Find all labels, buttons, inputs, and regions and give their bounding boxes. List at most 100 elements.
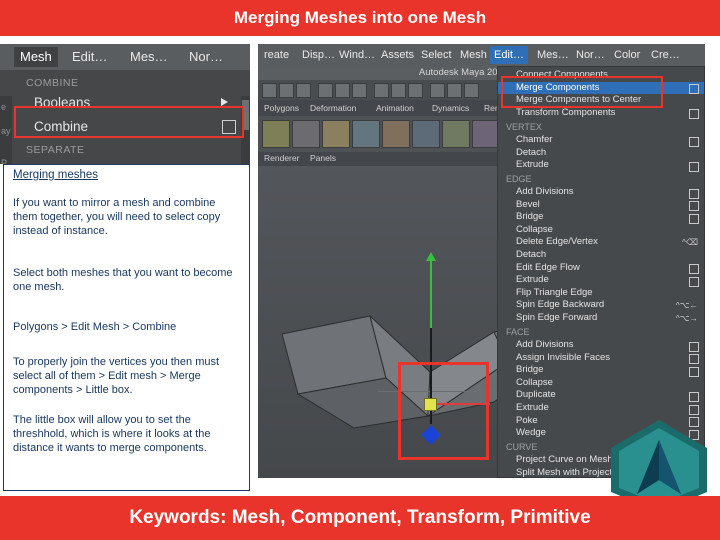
menu-item-add-divisions-face[interactable]: Add Divisions [498,339,704,352]
left-menu-screenshot: Mesh Edit… Mes… Nor… e ay P COMBINE Bool… [0,44,250,164]
menu-label: Spin Edge Forward [516,312,598,323]
option-box-icon[interactable] [689,136,699,147]
menu-item-assign-invisible-faces[interactable]: Assign Invisible Faces [498,352,704,365]
menu-item-extrude-edge[interactable]: Extrude [498,274,704,287]
menu-item-delete-edge-vertex[interactable]: Delete Edge/Vertex ^⌫ [498,236,704,249]
maya-menu-color[interactable]: Color [610,46,644,64]
menu-label: Transform Components [516,106,616,118]
menu-item-extrude-face[interactable]: Extrude [498,402,704,415]
menu-label: Chamfer [516,134,553,145]
menu-label: Bridge [516,364,544,376]
axis-handle-green[interactable] [430,258,432,328]
option-box-icon[interactable] [689,109,699,120]
menu-label: Delete Edge/Vertex [516,236,598,248]
menu-item-duplicate-face[interactable]: Duplicate [498,389,704,402]
maya-menu-assets[interactable]: Assets [377,46,418,64]
menu-section-edge: EDGE [498,173,704,186]
menu-label: Add Divisions [516,339,574,350]
left-menu-item-mes[interactable]: Mes… [124,47,174,67]
left-menu-item-edit[interactable]: Edit… [66,47,113,67]
option-box-icon[interactable] [689,84,699,95]
maya-menu-display[interactable]: Disp… [298,46,339,64]
option-box-icon[interactable] [689,354,699,365]
menu-item-detach-vertex[interactable]: Detach [498,147,704,160]
menu-label: Bevel [516,198,540,210]
menu-item-collapse-face[interactable]: Collapse [498,377,704,390]
menu-label: Bridge [516,211,544,223]
shelf-tab-animation[interactable]: Animation [376,102,414,114]
option-box-icon[interactable] [689,391,699,402]
notes-paragraph-1: If you want to mirror a mesh and combine… [13,197,221,237]
menu-label: Flip Triangle Edge [516,286,593,298]
notes-paragraph-3: Polygons > Edit Mesh > Combine [13,321,177,333]
menu-item-bridge-edge[interactable]: Bridge [498,211,704,224]
option-box-icon[interactable] [689,201,699,212]
menu-shortcut: ^⌫ [681,237,698,248]
highlight-box-merge-components [501,76,663,108]
menu-label: Extrude [516,274,549,286]
footer-bar: Keywords: Mesh, Component, Transform, Pr… [0,496,720,540]
menu-item-spin-edge-forward[interactable]: Spin Edge Forward ^⌥→ [498,312,704,325]
slide-root: Merging Meshes into one Mesh Mesh Edit… … [0,0,720,540]
left-menu-item-nor[interactable]: Nor… [183,47,229,67]
menu-item-flip-triangle-edge[interactable]: Flip Triangle Edge [498,287,704,300]
maya-menu-edit-mesh[interactable]: Edit… [490,46,528,64]
menu-label: Collapse [516,223,553,235]
option-box-icon[interactable] [689,276,699,287]
highlight-box-combine [14,106,244,138]
maya-menu-select[interactable]: Select [417,46,456,64]
menu-label: Detach [516,146,547,158]
left-menu-bar: Mesh Edit… Mes… Nor… [0,44,250,70]
menu-item-bridge-face[interactable]: Bridge [498,364,704,377]
menu-label: Spin Edge Backward [516,299,605,311]
page-title: Merging Meshes into one Mesh [233,8,487,27]
left-section-combine: COMBINE [26,77,79,89]
option-box-icon[interactable] [689,213,699,224]
option-box-icon[interactable] [689,366,699,377]
maya-menu-mesh[interactable]: Mesh [456,46,491,64]
menu-shortcut: ^⌥← [675,300,698,311]
maya-menu-mes[interactable]: Mes… [533,46,573,64]
maya-menu-nor[interactable]: Nor… [572,46,609,64]
menu-item-detach-edge[interactable]: Detach [498,249,704,262]
section-label: CURVE [506,442,538,452]
menu-label: Project Curve on Mesh [516,454,613,465]
left-menu-item-mesh[interactable]: Mesh [14,47,58,67]
section-label: EDGE [506,174,532,184]
maya-menu-create2[interactable]: Cre… [647,46,684,64]
menu-label: Duplicate [516,389,556,401]
edit-mesh-dropdown: Connect Components Merge Components Merg… [497,66,705,480]
shelf-tab-deformation[interactable]: Deformation [310,102,356,114]
panel-bar-renderer[interactable]: Renderer [264,153,299,163]
menu-label: Collapse [516,376,553,388]
menu-item-bevel[interactable]: Bevel [498,199,704,212]
manipulator-handle[interactable] [424,398,437,411]
option-box-icon[interactable] [689,264,699,275]
menu-label: Poke [516,414,538,426]
shelf-tab-dynamics[interactable]: Dynamics [432,102,469,114]
shelf-tab-polygons[interactable]: Polygons [264,102,299,114]
menu-item-chamfer[interactable]: Chamfer [498,134,704,147]
menu-item-collapse-edge[interactable]: Collapse [498,224,704,237]
menu-item-spin-edge-backward[interactable]: Spin Edge Backward ^⌥← [498,299,704,312]
maya-menu-create[interactable]: reate [260,46,293,64]
menu-item-extrude-vertex[interactable]: Extrude [498,159,704,172]
option-box-icon[interactable] [689,188,699,199]
panel-bar-panels[interactable]: Panels [310,153,336,163]
title-bar: Merging Meshes into one Mesh [0,0,720,36]
menu-label: Extrude [516,159,549,171]
menu-item-transform-components[interactable]: Transform Components [498,107,704,120]
maya-menu-window[interactable]: Wind… [335,46,379,64]
notes-panel: Merging meshes If you want to mirror a m… [3,164,250,491]
highlight-line [434,403,490,405]
menu-label: Add Divisions [516,186,574,197]
menu-label: Edit Edge Flow [516,261,580,273]
menu-label: Assign Invisible Faces [516,351,610,363]
menu-item-add-divisions-edge[interactable]: Add Divisions [498,186,704,199]
menu-item-edit-edge-flow[interactable]: Edit Edge Flow [498,262,704,275]
maya-menu-bar: reate Disp… Wind… Assets Select Mesh Edi… [258,44,705,66]
option-box-icon[interactable] [689,404,699,415]
option-box-icon[interactable] [689,161,699,172]
option-box-icon[interactable] [689,341,699,352]
notes-paragraph-2: Select both meshes that you want to beco… [13,267,233,293]
